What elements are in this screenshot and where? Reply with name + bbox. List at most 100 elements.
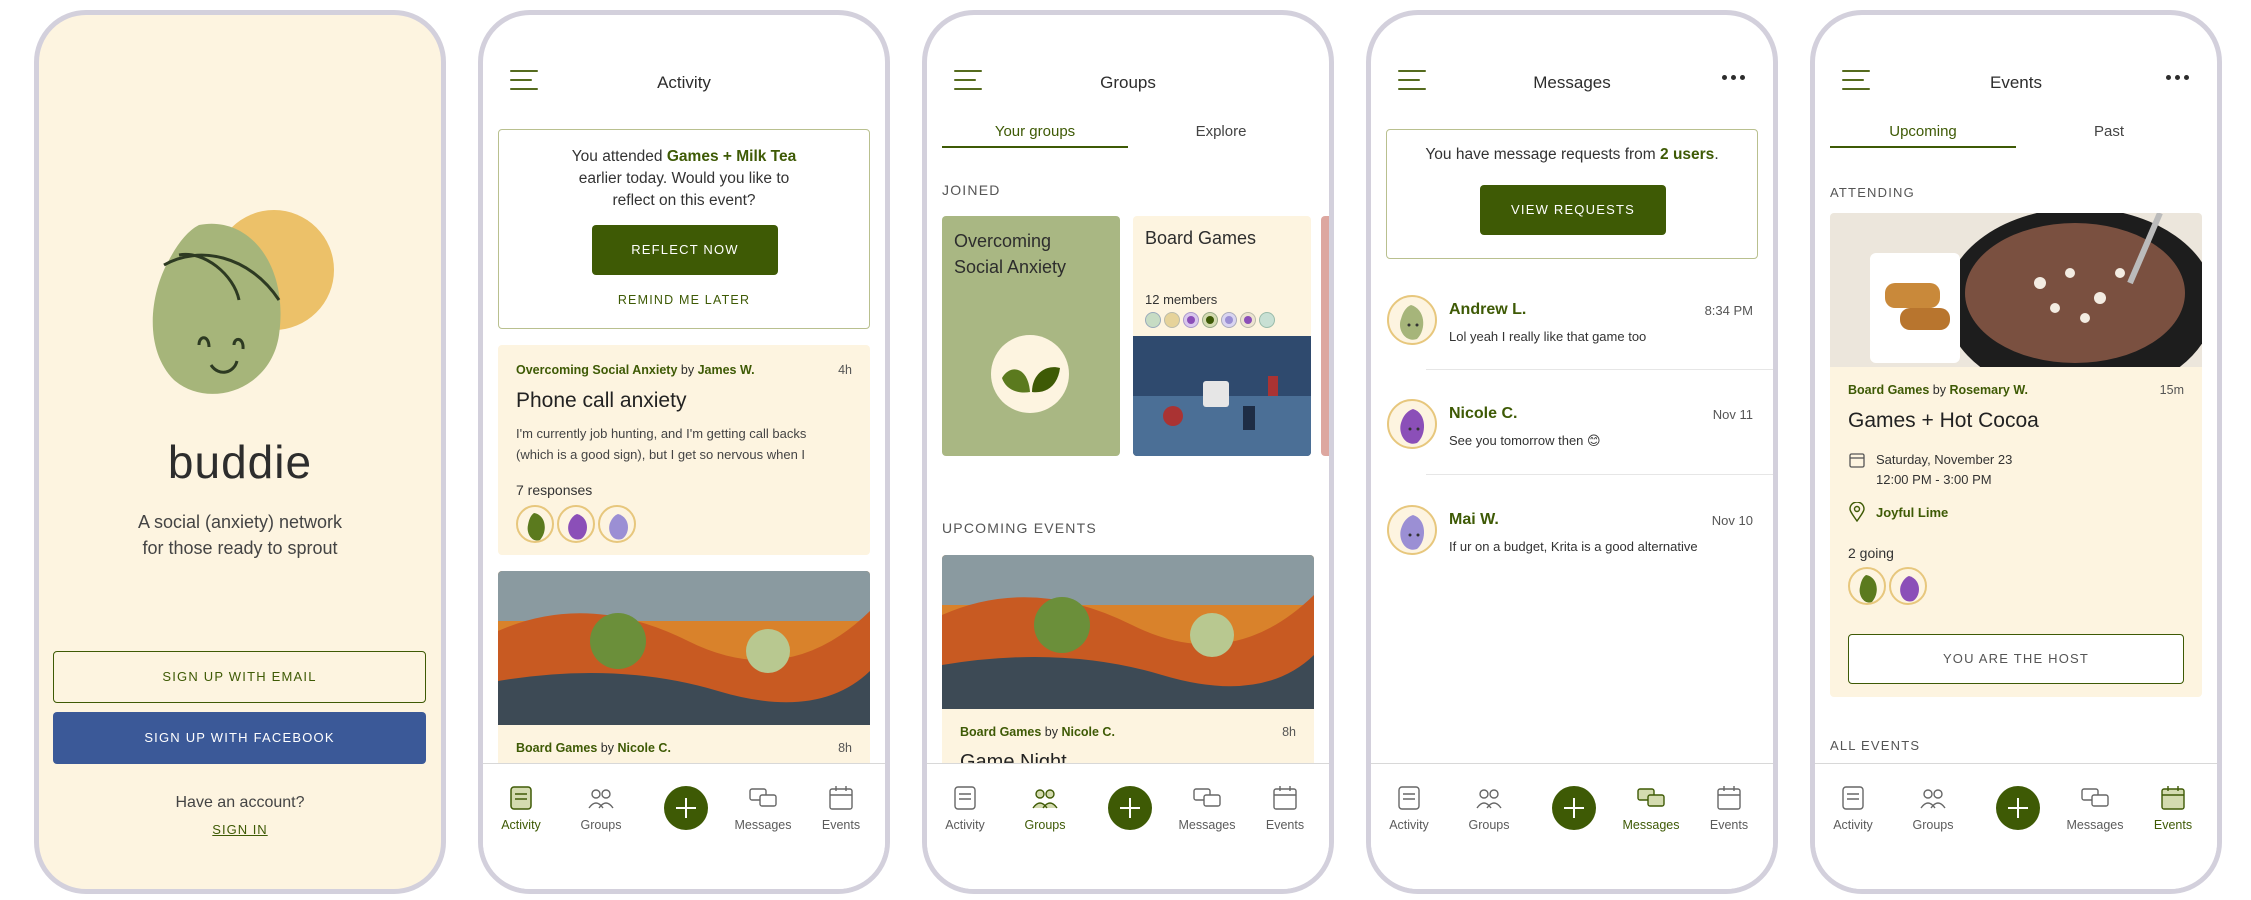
- sender-name: Nicole C.: [1449, 405, 1518, 422]
- message-row[interactable]: Mai W. Nov 10 If ur on a budget, Krita i…: [1371, 487, 1773, 577]
- tab-activity-label: Activity: [945, 818, 985, 832]
- illustration-image: [942, 555, 1314, 709]
- tab-activity[interactable]: Activity: [486, 784, 556, 832]
- tab-groups[interactable]: Groups: [566, 784, 636, 832]
- tab-messages[interactable]: Messages: [728, 784, 798, 832]
- message-preview: If ur on a budget, Krita is a good alter…: [1449, 539, 1698, 554]
- message-time: Nov 11: [1712, 407, 1753, 422]
- lavender-sprout-avatar-icon: [609, 514, 628, 540]
- post-responses: 7 responses: [516, 482, 593, 498]
- event-meta: Board Games by Nicole C.: [960, 725, 1115, 739]
- more-options-icon[interactable]: [2166, 75, 2190, 83]
- event-image[interactable]: [942, 555, 1314, 709]
- tab-messages[interactable]: Messages: [1172, 784, 1242, 832]
- event-group[interactable]: Board Games: [1848, 383, 1929, 397]
- tab-events-label: Events: [1709, 818, 1749, 832]
- sign-in-link[interactable]: SIGN IN: [212, 822, 267, 837]
- reflect-text-line-1: You attended Games + Milk Tea: [499, 148, 869, 166]
- create-button[interactable]: [1996, 786, 2040, 830]
- tab-explore[interactable]: Explore: [1128, 123, 1314, 140]
- avatar: [557, 505, 595, 543]
- reflect-text-line-2: earlier today. Would you like to: [578, 170, 790, 187]
- event-author[interactable]: Rosemary W.: [1949, 383, 2028, 397]
- remind-later-link[interactable]: REMIND ME LATER: [499, 293, 869, 307]
- tab-events[interactable]: Events: [2138, 784, 2208, 832]
- tab-groups-label: Groups: [1912, 818, 1954, 832]
- upcoming-events-label: UPCOMING EVENTS: [942, 520, 1097, 536]
- tab-past[interactable]: Past: [2016, 123, 2202, 140]
- create-button[interactable]: [1108, 786, 1152, 830]
- message-row[interactable]: Nicole C. Nov 11 See you tomorrow then 😊: [1371, 381, 1773, 471]
- group-name: Overcoming Social Anxiety: [954, 228, 1066, 280]
- group-card-peek[interactable]: [1321, 216, 1329, 456]
- message-row[interactable]: Andrew L. 8:34 PM Lol yeah I really like…: [1371, 277, 1773, 367]
- create-button[interactable]: [664, 786, 708, 830]
- tab-events-label: Events: [1265, 818, 1305, 832]
- post-group[interactable]: Overcoming Social Anxiety: [516, 363, 677, 377]
- event-title[interactable]: Games + Hot Cocoa: [1848, 409, 2039, 433]
- post-author[interactable]: James W.: [698, 363, 755, 377]
- group-card-board-games[interactable]: Board Games 12 members: [1133, 216, 1311, 456]
- requests-prefix: You have message requests from: [1425, 146, 1661, 163]
- avatar: [1387, 505, 1437, 555]
- tab-events[interactable]: Events: [1694, 784, 1764, 832]
- event-image[interactable]: [498, 571, 870, 725]
- signup-email-button[interactable]: SIGN UP WITH EMAIL: [53, 651, 426, 703]
- view-requests-button[interactable]: VIEW REQUESTS: [1480, 185, 1666, 235]
- post-title[interactable]: Phone call anxiety: [516, 389, 686, 413]
- page-title: Activity: [657, 73, 711, 92]
- calendar-icon: [1273, 786, 1297, 810]
- tab-groups[interactable]: Groups: [1898, 784, 1968, 832]
- tab-messages-label: Messages: [1622, 818, 1680, 832]
- messages-icon: [1637, 788, 1665, 807]
- event-preview-author[interactable]: Nicole C.: [617, 741, 671, 755]
- event-image[interactable]: [1830, 213, 2202, 367]
- create-button[interactable]: [1552, 786, 1596, 830]
- message-time: 8:34 PM: [1704, 303, 1753, 318]
- sender-name: Mai W.: [1449, 511, 1499, 528]
- tab-groups[interactable]: Groups: [1010, 784, 1080, 832]
- event-preview-group[interactable]: Board Games: [516, 741, 597, 755]
- messages-icon: [1193, 788, 1221, 807]
- tab-groups[interactable]: Groups: [1454, 784, 1524, 832]
- event-author[interactable]: Nicole C.: [1061, 725, 1115, 739]
- groups-screen: Groups Your groups Explore JOINED Overco…: [922, 10, 1334, 894]
- event-group[interactable]: Board Games: [960, 725, 1041, 739]
- reflect-event-name[interactable]: Games + Milk Tea: [667, 148, 796, 165]
- tab-activity[interactable]: Activity: [930, 784, 1000, 832]
- lavender-sprout-avatar-icon: [1400, 515, 1425, 550]
- host-status-button[interactable]: YOU ARE THE HOST: [1848, 634, 2184, 684]
- messages-icon: [749, 788, 777, 807]
- requests-text: You have message requests from 2 users.: [1387, 146, 1757, 164]
- tab-messages[interactable]: Messages: [2060, 784, 2130, 832]
- tab-activity[interactable]: Activity: [1374, 784, 1444, 832]
- tab-events[interactable]: Events: [806, 784, 876, 832]
- reflect-card: You attended Games + Milk Tea earlier to…: [498, 129, 870, 329]
- tab-messages[interactable]: Messages: [1616, 784, 1686, 832]
- calendar-icon: [2161, 786, 2185, 810]
- event-time: 8h: [1282, 725, 1296, 739]
- tab-messages-label: Messages: [2066, 818, 2124, 832]
- reflect-now-button[interactable]: REFLECT NOW: [592, 225, 778, 275]
- groups-icon: [1920, 789, 1946, 809]
- requests-count: 2 users: [1660, 146, 1715, 163]
- more-options-icon[interactable]: [1722, 75, 1746, 83]
- tab-your-groups[interactable]: Your groups: [942, 123, 1128, 148]
- event-card[interactable]: Board Games by Rosemary W. 15m Games + H…: [1830, 367, 2202, 697]
- group-card-social-anxiety[interactable]: Overcoming Social Anxiety: [942, 216, 1120, 456]
- tab-groups-label: Groups: [580, 818, 622, 832]
- event-location[interactable]: Joyful Lime: [1876, 505, 1948, 520]
- groups-icon: [1476, 789, 1502, 809]
- signup-facebook-button[interactable]: SIGN UP WITH FACEBOOK: [53, 712, 426, 764]
- activity-screen: Activity You attended Games + Milk Tea e…: [478, 10, 890, 894]
- group-name: Board Games: [1145, 228, 1257, 248]
- sign-in-link-wrap: SIGN IN: [39, 821, 441, 839]
- post-card[interactable]: Overcoming Social Anxiety by James W. 4h…: [498, 345, 870, 555]
- joined-section-label: JOINED: [942, 182, 1001, 198]
- activity-icon: [1398, 786, 1420, 810]
- reflect-text-line-3: reflect on this event?: [612, 192, 756, 209]
- tab-upcoming[interactable]: Upcoming: [1830, 123, 2016, 148]
- divider: [1426, 474, 1773, 475]
- tab-events[interactable]: Events: [1250, 784, 1320, 832]
- tab-activity[interactable]: Activity: [1818, 784, 1888, 832]
